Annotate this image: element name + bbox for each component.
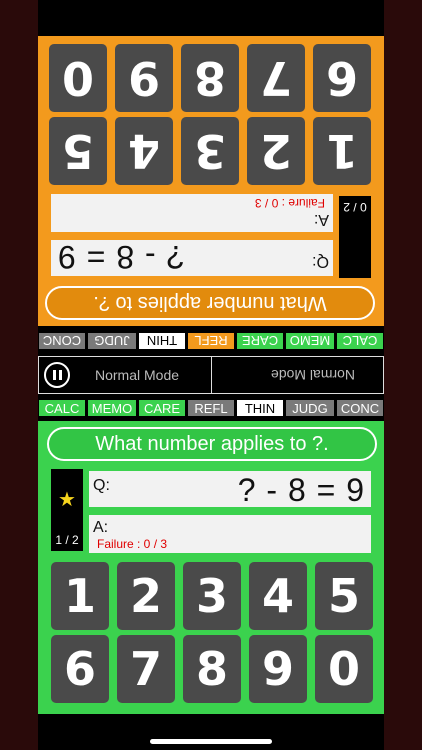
player2-key-4[interactable]: 4: [115, 117, 173, 185]
pause-icon[interactable]: [44, 362, 70, 388]
player2-mode-bar: CALC MEMO CARE REFL THIN JUDG CONC: [38, 332, 384, 350]
player2-question-label: Q:: [312, 253, 329, 270]
player2-equation: ? - 8 = 9: [57, 239, 185, 275]
player1-key-5[interactable]: 5: [315, 562, 373, 630]
player1-key-3[interactable]: 3: [183, 562, 241, 630]
player1-mode-calc[interactable]: CALC: [38, 399, 86, 417]
player2-score-box: 0 / 2: [339, 196, 371, 278]
player2-answer-box: A: Failure : 0 / 3: [51, 194, 333, 232]
player2-mode-judg[interactable]: JUDG: [87, 332, 137, 350]
player1-answer-box: A: Failure : 0 / 3: [89, 515, 371, 553]
home-indicator[interactable]: [150, 739, 272, 744]
player2-key-2[interactable]: 2: [247, 117, 305, 185]
player2-mode-care[interactable]: CARE: [236, 332, 284, 350]
star-icon: ★: [58, 489, 76, 511]
player2-failure-count: Failure : 0 / 3: [254, 196, 325, 210]
player2-key-8[interactable]: 8: [181, 44, 239, 112]
player1-key-9[interactable]: 9: [249, 635, 307, 703]
player1-answer-label: A:: [93, 519, 109, 536]
player2-key-0[interactable]: 0: [49, 44, 107, 112]
player1-progress: 1 / 2: [55, 533, 79, 547]
player1-key-7[interactable]: 7: [117, 635, 175, 703]
player1-question-box: Q: ? - 8 = 9: [89, 471, 371, 508]
player2-panel: What number applies to ?. 0 / 2 Q: ? - 8…: [38, 36, 384, 326]
player2-mode-refl[interactable]: REFL: [187, 332, 235, 350]
player2-key-5[interactable]: 5: [49, 117, 107, 185]
left-border: [0, 0, 38, 750]
player2-prompt: What number applies to ?.: [45, 286, 375, 320]
player2-mode-memo[interactable]: MEMO: [285, 332, 335, 350]
player1-failure-count: Failure : 0 / 3: [97, 537, 168, 551]
player1-mode-label: Normal Mode: [95, 367, 180, 383]
player2-question-box: Q: ? - 8 = 9: [51, 239, 333, 276]
player1-mode-bar: CALC MEMO CARE REFL THIN JUDG CONC: [38, 399, 384, 417]
player2-key-1[interactable]: 1: [313, 117, 371, 185]
game-screen: What number applies to ?. 0 / 2 Q: ? - 8…: [38, 0, 384, 750]
player1-key-4[interactable]: 4: [249, 562, 307, 630]
player2-key-7[interactable]: 7: [247, 44, 305, 112]
player1-mode-care[interactable]: CARE: [138, 399, 186, 417]
player1-mode-judg[interactable]: JUDG: [285, 399, 335, 417]
player1-mode-conc[interactable]: CONC: [336, 399, 384, 417]
player2-mode-thin[interactable]: THIN: [138, 332, 186, 350]
player1-question-label: Q:: [93, 477, 110, 494]
player1-mode-memo[interactable]: MEMO: [87, 399, 137, 417]
player2-answer-label: A:: [313, 211, 329, 228]
player2-key-3[interactable]: 3: [181, 117, 239, 185]
status-bar: Normal Mode Normal Mode: [38, 356, 384, 394]
player1-equation: ? - 8 = 9: [237, 472, 365, 508]
status-divider: [211, 357, 212, 393]
player1-key-2[interactable]: 2: [117, 562, 175, 630]
right-border: [384, 0, 422, 750]
player1-panel: What number applies to ?. ★ 1 / 2 Q: ? -…: [38, 421, 384, 714]
player1-key-1[interactable]: 1: [51, 562, 109, 630]
player1-mode-refl[interactable]: REFL: [187, 399, 235, 417]
player1-mode-thin[interactable]: THIN: [236, 399, 284, 417]
player1-key-6[interactable]: 6: [51, 635, 109, 703]
player2-mode-conc[interactable]: CONC: [38, 332, 86, 350]
player1-key-0[interactable]: 0: [315, 635, 373, 703]
player2-mode-label: Normal Mode: [271, 367, 356, 383]
player2-key-9[interactable]: 9: [115, 44, 173, 112]
player2-mode-calc[interactable]: CALC: [336, 332, 384, 350]
player2-key-6[interactable]: 6: [313, 44, 371, 112]
player1-key-8[interactable]: 8: [183, 635, 241, 703]
player1-score-box: ★ 1 / 2: [51, 469, 83, 551]
player1-prompt: What number applies to ?.: [47, 427, 377, 461]
player2-progress: 0 / 2: [343, 200, 367, 214]
